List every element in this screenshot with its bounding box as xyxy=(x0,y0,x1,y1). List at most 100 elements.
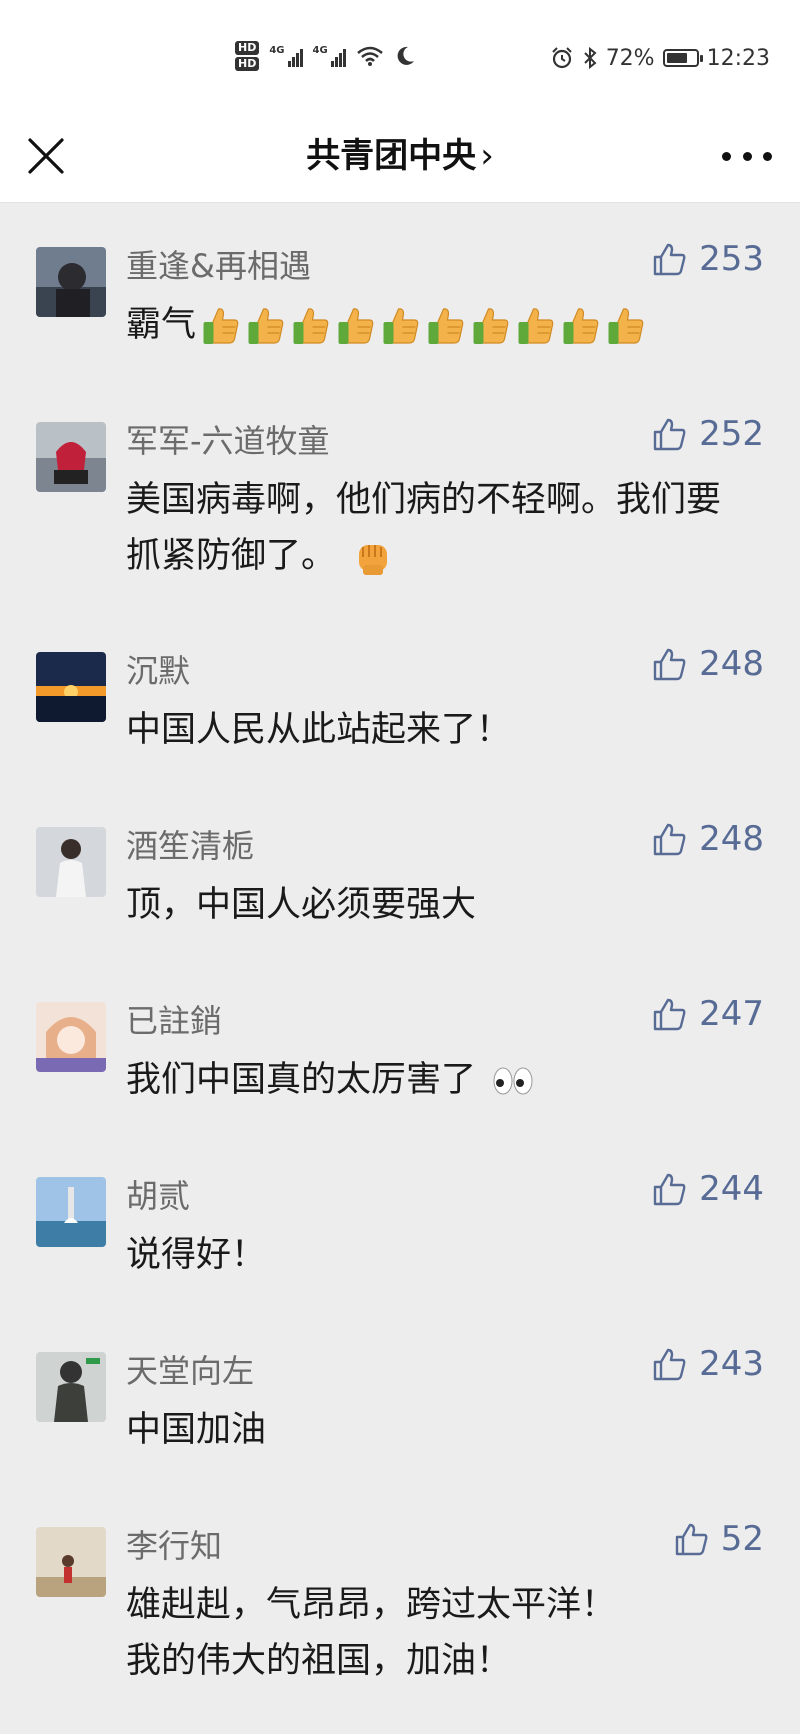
signal-1-icon: 4G xyxy=(269,45,303,67)
thumbs-up-icon xyxy=(563,308,599,344)
signal-1-label: 4G xyxy=(269,45,285,56)
comment-body: 我们中国真的太厉害了 xyxy=(126,1060,477,1100)
wifi-icon xyxy=(356,46,383,66)
avatar[interactable] xyxy=(36,1352,106,1422)
title-text: 共青团中央 xyxy=(306,136,477,176)
status-bar: HD HD 4G 4G 72% 12:23 xyxy=(0,0,800,110)
comment-item: 重逢&再相遇 253 霸气 xyxy=(0,203,800,378)
thumbs-up-icon xyxy=(248,308,284,344)
emoji-run xyxy=(491,1063,535,1099)
comment-text: 美国病毒啊，他们病的不轻啊。我们要抓紧防御了。 xyxy=(126,472,730,584)
comment-text: 我们中国真的太厉害了 xyxy=(126,1052,730,1108)
like-button[interactable]: 247 xyxy=(651,994,764,1034)
hd-badges: HD HD xyxy=(235,41,260,71)
like-button[interactable]: 253 xyxy=(651,239,764,279)
emoji-run xyxy=(200,305,646,347)
thumbs-up-icon xyxy=(608,308,644,344)
comment-item: 李行知 52 雄赳赳，气昂昂，跨过太平洋！我的伟大的祖国，加油！ xyxy=(0,1483,800,1734)
thumbs-up-icon xyxy=(383,308,419,344)
like-count: 252 xyxy=(699,414,764,454)
thumb-up-icon xyxy=(653,1173,686,1206)
avatar[interactable] xyxy=(36,1527,106,1597)
comment-author[interactable]: 重逢&再相遇 xyxy=(126,241,311,287)
thumb-up-icon xyxy=(653,243,686,276)
status-left: HD HD 4G 4G xyxy=(235,36,416,76)
avatar[interactable] xyxy=(36,827,106,897)
thumbs-up-icon xyxy=(203,308,239,344)
comment-author[interactable]: 胡贰 xyxy=(126,1171,190,1217)
eyes-icon xyxy=(493,1067,533,1095)
like-count: 247 xyxy=(699,994,764,1034)
more-dot-icon xyxy=(722,151,731,161)
like-button[interactable]: 52 xyxy=(673,1519,764,1559)
more-button[interactable] xyxy=(722,140,772,172)
thumb-up-icon xyxy=(653,648,686,681)
avatar[interactable] xyxy=(36,652,106,722)
like-button[interactable]: 252 xyxy=(651,414,764,454)
thumb-up-icon xyxy=(675,1523,708,1556)
chevron-right-icon: › xyxy=(480,136,494,176)
comment-text: 中国加油 xyxy=(126,1410,267,1450)
comment-author[interactable]: 沉默 xyxy=(126,646,190,692)
thumb-up-icon xyxy=(653,1348,686,1381)
comment-author[interactable]: 酒笙清栀 xyxy=(126,821,254,867)
like-count: 244 xyxy=(699,1169,764,1209)
hd-badge-1: HD xyxy=(235,41,260,55)
like-button[interactable]: 243 xyxy=(651,1344,764,1384)
comment-body: 美国病毒啊，他们病的不轻啊。我们要抓紧防御了。 xyxy=(126,480,722,576)
app-header: 共青团中央 › xyxy=(0,110,800,203)
bluetooth-icon xyxy=(583,46,597,70)
more-dot-icon xyxy=(763,151,772,161)
comment-item: 沉默 248 中国人民从此站起来了！ xyxy=(0,608,800,783)
signal-2-icon: 4G xyxy=(313,45,346,67)
comment-text: 霸气 xyxy=(126,297,730,353)
comment-text: 雄赳赳，气昂昂，跨过太平洋！我的伟大的祖国，加油！ xyxy=(126,1585,617,1681)
alarm-icon xyxy=(551,47,572,69)
like-button[interactable]: 248 xyxy=(651,644,764,684)
thumbs-up-icon xyxy=(338,308,374,344)
comment-body: 霸气 xyxy=(126,305,197,345)
thumb-up-icon xyxy=(653,823,686,856)
signal-2-label: 4G xyxy=(312,45,328,56)
avatar[interactable] xyxy=(36,247,106,317)
avatar[interactable] xyxy=(36,1177,106,1247)
page-title[interactable]: 共青团中央 › xyxy=(0,110,800,202)
comment-item: 酒笙清栀 248 顶，中国人必须要强大 xyxy=(0,783,800,958)
like-count: 253 xyxy=(699,239,764,279)
status-right: 72% 12:23 xyxy=(550,40,770,76)
like-count: 248 xyxy=(699,644,764,684)
raised-fist-icon xyxy=(359,545,388,575)
comment-item: 胡贰 244 说得好！ xyxy=(0,1133,800,1308)
comment-text: 顶，中国人必须要强大 xyxy=(126,885,477,925)
moon-icon xyxy=(397,46,414,65)
comment-author[interactable]: 李行知 xyxy=(126,1521,222,1567)
comment-text: 中国人民从此站起来了！ xyxy=(126,710,512,750)
comment-item: 天堂向左 243 中国加油 xyxy=(0,1308,800,1483)
thumbs-up-icon xyxy=(428,308,464,344)
thumbs-up-icon xyxy=(473,308,509,344)
avatar[interactable] xyxy=(36,422,106,492)
thumb-up-icon xyxy=(653,998,686,1031)
like-count: 248 xyxy=(699,819,764,859)
battery-fill xyxy=(666,53,687,63)
like-button[interactable]: 248 xyxy=(651,819,764,859)
comment-item: 已註銷 247 我们中国真的太厉害了 xyxy=(0,958,800,1133)
comment-author[interactable]: 已註銷 xyxy=(126,996,222,1042)
more-dot-icon xyxy=(742,151,752,161)
like-button[interactable]: 244 xyxy=(651,1169,764,1209)
like-count: 243 xyxy=(699,1344,764,1384)
battery-icon xyxy=(662,49,703,67)
comment-text: 说得好！ xyxy=(126,1235,267,1275)
clock: 12:23 xyxy=(706,45,770,71)
like-count: 52 xyxy=(720,1519,764,1559)
comment-author[interactable]: 天堂向左 xyxy=(126,1346,254,1392)
thumbs-up-icon xyxy=(518,308,554,344)
thumbs-up-icon xyxy=(293,308,329,344)
comment-item: 军军-六道牧童 252 美国病毒啊，他们病的不轻啊。我们要抓紧防御了。 xyxy=(0,378,800,608)
avatar[interactable] xyxy=(36,1002,106,1072)
comment-author[interactable]: 军军-六道牧童 xyxy=(126,416,330,462)
battery-percent: 72% xyxy=(605,45,655,71)
thumb-up-icon xyxy=(653,418,686,451)
emoji-run xyxy=(351,535,395,579)
hd-badge-2: HD xyxy=(235,57,260,71)
